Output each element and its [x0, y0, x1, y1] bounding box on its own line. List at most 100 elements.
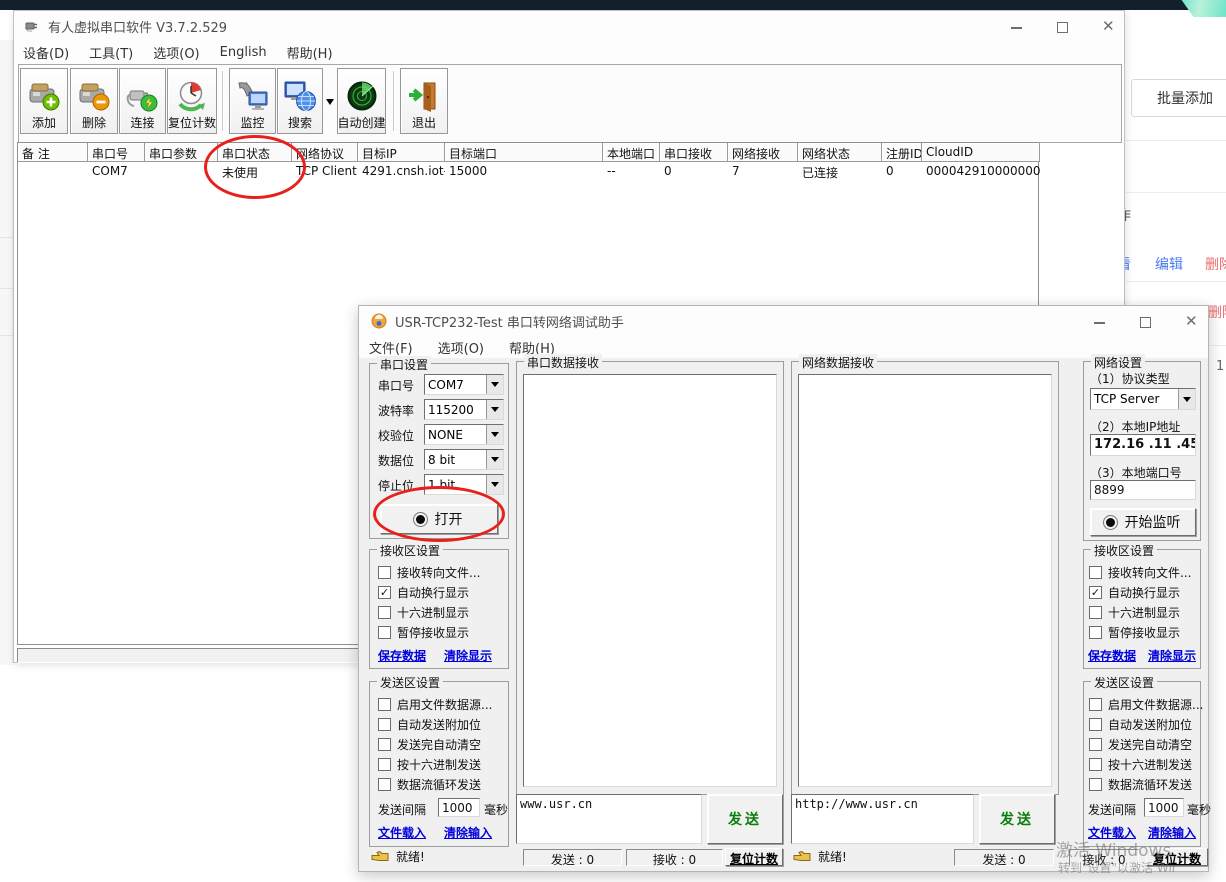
net-reset-count-button[interactable]: 复位计数 — [1146, 848, 1208, 866]
checkbox-auto-clear[interactable]: 发送完自动清空 — [1089, 734, 1192, 754]
col-net-recv[interactable]: 网络接收 — [728, 143, 798, 162]
maximize-button[interactable] — [1057, 22, 1068, 33]
open-port-button[interactable]: 打开 — [380, 504, 498, 534]
monitor-button[interactable]: 监控 — [229, 68, 276, 134]
clear-display-link[interactable]: 清除显示 — [444, 647, 492, 664]
delete-link[interactable]: 删除 — [1205, 254, 1226, 274]
edit-link[interactable]: 编辑 — [1155, 254, 1183, 274]
save-data-link[interactable]: 保存数据 — [378, 647, 426, 664]
checkbox-recv-to-file[interactable]: 接收转向文件... — [378, 562, 480, 582]
checkbox-pause-recv[interactable]: 暂停接收显示 — [1089, 622, 1180, 642]
net-send-input[interactable]: http://www.usr.cn — [791, 794, 974, 844]
col-local-port[interactable]: 本地端口 — [603, 143, 660, 162]
send-settings-group-right: 发送区设置 启用文件数据源... 自动发送附加位 发送完自动清空 按十六进制发送… — [1083, 681, 1201, 847]
delete-button[interactable]: 删除 — [70, 68, 118, 134]
chevron-down-icon — [326, 99, 334, 109]
vcom-titlebar: 有人虚拟串口软件 V3.7.2.529 ✕ — [14, 11, 1124, 41]
col-target-ip[interactable]: 目标IP — [358, 143, 445, 162]
hand-icon — [793, 850, 811, 863]
network-settings-group: 网络设置 （1）协议类型 TCP Server （2）本地IP地址 172.16… — [1083, 361, 1201, 541]
menu-tools[interactable]: 工具(T) — [89, 43, 133, 62]
close-icon[interactable]: ✕ — [1185, 314, 1198, 329]
checkbox-hex-send[interactable]: 按十六进制发送 — [378, 754, 481, 774]
checkbox-hex-send[interactable]: 按十六进制发送 — [1089, 754, 1192, 774]
recv-settings-group-left: 接收区设置 接收转向文件... ✓自动换行显示 十六进制显示 暂停接收显示 保存… — [369, 549, 509, 669]
protocol-type-select[interactable]: TCP Server — [1090, 388, 1196, 410]
close-icon[interactable]: ✕ — [1102, 19, 1115, 34]
minimize-button[interactable] — [1094, 322, 1105, 324]
checkbox-loop-send[interactable]: 数据流循环发送 — [378, 774, 481, 794]
serial-reset-count-button[interactable]: 复位计数 — [725, 848, 783, 866]
maximize-button[interactable] — [1140, 317, 1151, 328]
menu-english[interactable]: English — [220, 45, 267, 60]
serial-recv-textarea[interactable] — [523, 374, 777, 787]
net-send-button[interactable]: 发送 — [979, 794, 1055, 844]
col-remark[interactable]: 备 注 — [18, 143, 88, 162]
vcom-toolbar: 添加 删除 — [18, 64, 1122, 143]
minimize-button[interactable] — [1011, 27, 1022, 29]
start-listen-button[interactable]: 开始监听 — [1090, 508, 1196, 536]
checkbox-hex-display[interactable]: 十六进制显示 — [378, 602, 469, 622]
serial-send-button[interactable]: 发送 — [707, 794, 783, 844]
checkbox-pause-recv[interactable]: 暂停接收显示 — [378, 622, 469, 642]
checkbox-auto-append[interactable]: 自动发送附加位 — [1089, 714, 1192, 734]
send-interval-input[interactable]: 1000 — [1144, 798, 1184, 817]
col-reg-id[interactable]: 注册ID — [882, 143, 922, 162]
checkbox-hex-display[interactable]: 十六进制显示 — [1089, 602, 1180, 622]
serial-send-input[interactable]: www.usr.cn — [516, 794, 702, 844]
checkbox-auto-append[interactable]: 自动发送附加位 — [378, 714, 481, 734]
col-port-params[interactable]: 串口参数 — [145, 143, 218, 162]
auto-create-button[interactable]: 自动创建 — [337, 68, 386, 134]
table-row[interactable]: COM7 未使用 TCP Client 4291.cnsh.iot-tc... … — [18, 162, 1038, 180]
radio-dot-icon — [1106, 518, 1115, 527]
col-port-status[interactable]: 串口状态 — [218, 143, 292, 162]
load-file-link[interactable]: 文件载入 — [378, 824, 426, 841]
col-cloud-id[interactable]: CloudID — [922, 143, 1040, 162]
reset-count-button[interactable]: 复位计数 — [167, 68, 217, 134]
local-ip-input[interactable]: 172.16 .11 .45 — [1090, 434, 1196, 456]
chevron-down-icon — [486, 475, 503, 494]
search-dropdown-button[interactable] — [323, 68, 337, 134]
clear-display-link[interactable]: 清除显示 — [1148, 647, 1196, 664]
checkbox-loop-send[interactable]: 数据流循环发送 — [1089, 774, 1192, 794]
col-target-port[interactable]: 目标端口 — [445, 143, 603, 162]
save-data-link[interactable]: 保存数据 — [1088, 647, 1136, 664]
checkbox-auto-clear[interactable]: 发送完自动清空 — [378, 734, 481, 754]
send-interval-input[interactable]: 1000 — [438, 798, 480, 817]
col-net-status[interactable]: 网络状态 — [798, 143, 882, 162]
add-button[interactable]: 添加 — [20, 68, 68, 134]
chevron-down-icon — [486, 450, 503, 469]
baud-rate-select[interactable]: 115200 — [424, 399, 504, 420]
connect-button[interactable]: 连接 — [119, 68, 166, 134]
search-button[interactable]: 搜索 — [277, 68, 323, 134]
menu-options[interactable]: 选项(O) — [153, 43, 199, 62]
clear-input-link[interactable]: 清除输入 — [1148, 824, 1196, 841]
parity-select[interactable]: NONE — [424, 424, 504, 445]
load-file-link[interactable]: 文件载入 — [1088, 824, 1136, 841]
batch-add-button[interactable]: 批量添加 — [1131, 79, 1226, 117]
menu-file[interactable]: 文件(F) — [369, 338, 413, 357]
local-port-input[interactable]: 8899 — [1090, 480, 1196, 500]
clear-input-link[interactable]: 清除输入 — [444, 824, 492, 841]
delete-link-2[interactable]: 删除 — [1208, 302, 1226, 322]
data-bits-select[interactable]: 8 bit — [424, 449, 504, 470]
checkbox-recv-to-file[interactable]: 接收转向文件... — [1089, 562, 1191, 582]
net-recv-textarea[interactable] — [798, 374, 1052, 787]
checkbox-auto-wrap[interactable]: ✓自动换行显示 — [1089, 582, 1180, 602]
col-serial-recv[interactable]: 串口接收 — [660, 143, 728, 162]
stop-bits-select[interactable]: 1 bit — [424, 474, 504, 495]
page-number[interactable]: 1 — [1216, 359, 1224, 374]
com-port-select[interactable]: COM7 — [424, 374, 504, 395]
menu-options[interactable]: 选项(O) — [438, 338, 484, 357]
menu-device[interactable]: 设备(D) — [23, 43, 69, 62]
checkbox-auto-wrap[interactable]: ✓自动换行显示 — [378, 582, 469, 602]
toolbar-separator — [222, 71, 224, 131]
test-title: USR-TCP232-Test 串口转网络调试助手 — [395, 312, 624, 331]
menu-help[interactable]: 帮助(H) — [287, 43, 333, 62]
checkbox-file-source[interactable]: 启用文件数据源... — [378, 694, 492, 714]
col-port[interactable]: 串口号 — [88, 143, 145, 162]
send-settings-group-left: 发送区设置 启用文件数据源... 自动发送附加位 发送完自动清空 按十六进制发送… — [369, 681, 509, 847]
col-protocol[interactable]: 网络协议 — [292, 143, 358, 162]
exit-button[interactable]: 退出 — [400, 68, 448, 134]
checkbox-file-source[interactable]: 启用文件数据源... — [1089, 694, 1203, 714]
